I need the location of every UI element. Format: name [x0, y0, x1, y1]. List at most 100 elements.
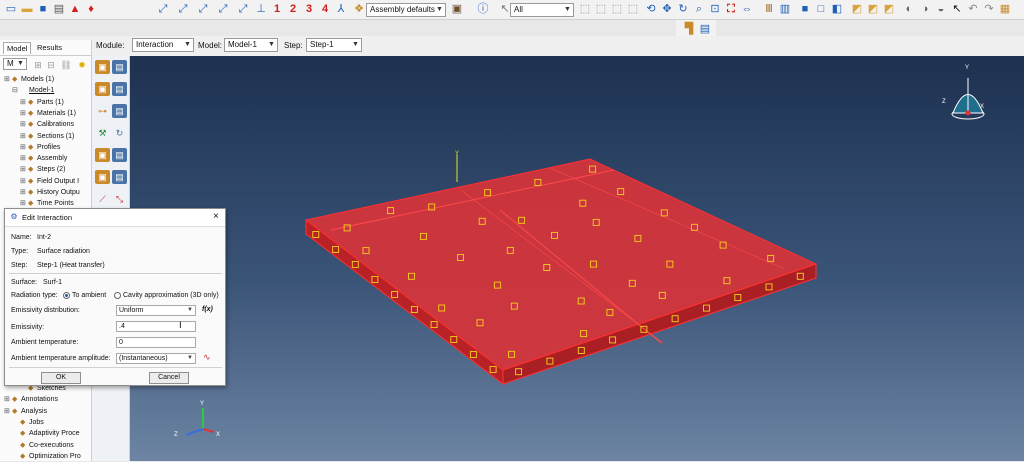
fx-button[interactable]: f(x)	[202, 305, 213, 315]
expand-toggle-icon[interactable]: ⊞	[20, 119, 28, 130]
cancel-button[interactable]: Cancel	[149, 372, 189, 384]
tree-item[interactable]: ⊞ ◆ Models (1)	[0, 74, 92, 85]
copy-icon[interactable]: ▜	[682, 22, 696, 36]
viewport[interactable]: Y Y Z X Y X Z	[130, 56, 1024, 461]
model-canvas[interactable]: Y Y Z X Y X Z	[130, 56, 1024, 461]
ok-button[interactable]: OK	[41, 372, 81, 384]
connector-manager-icon[interactable]: ↻	[112, 126, 127, 140]
tool-icon[interactable]: ▦	[998, 2, 1012, 16]
selection-option-icon[interactable]: ⬚	[626, 2, 640, 16]
tree-item[interactable]: ⊞ ◆ Steps (2)	[0, 164, 92, 175]
wireframe-cube-icon[interactable]: □	[814, 2, 828, 16]
view-3-button[interactable]: 3	[302, 2, 316, 16]
tree-item[interactable]: ◆ Co-executions	[0, 440, 92, 451]
module-select[interactable]: Interaction ▼	[132, 38, 194, 52]
cursor-icon[interactable]: ↖	[950, 2, 964, 16]
tree-item[interactable]: ⊞ ◆ History Outpu	[0, 187, 92, 198]
save-icon[interactable]: ■	[36, 2, 50, 16]
tree-item[interactable]: ⊞ ◆ Annotations	[0, 394, 92, 405]
amplitude-manager-icon[interactable]: ▤	[112, 170, 127, 184]
view-back-icon[interactable]: ⤢	[196, 2, 210, 16]
tree-item[interactable]: ⊞ ◆ Materials (1)	[0, 108, 92, 119]
manager-icon[interactable]: ▤	[698, 22, 712, 36]
box-zoom-icon[interactable]: ⊡	[708, 2, 722, 16]
create-amplitude-icon[interactable]: ∿	[203, 352, 211, 362]
tree-filter-select[interactable]: M ▼	[3, 58, 27, 70]
expand-toggle-icon[interactable]: ⊞	[20, 176, 28, 187]
info-icon[interactable]: ⓘ	[476, 2, 490, 16]
pan-icon[interactable]: ✥	[660, 2, 674, 16]
wire-icon[interactable]: ⟋	[95, 192, 110, 206]
collapse-icon[interactable]: ⊟	[44, 58, 58, 72]
query-icon[interactable]: Ⅲ	[762, 2, 776, 16]
expand-toggle-icon[interactable]: ⊞	[20, 164, 28, 175]
display-group-icon[interactable]: ▣	[450, 2, 464, 16]
tree-item[interactable]: ⊞ ◆ Field Output I	[0, 176, 92, 187]
expand-toggle-icon[interactable]: ⊟	[12, 85, 20, 96]
tree-item[interactable]: ⊞ ◆ Parts (1)	[0, 97, 92, 108]
replace-icon[interactable]: ▥	[778, 2, 792, 16]
expand-toggle-icon[interactable]: ⊞	[20, 97, 28, 108]
expand-toggle-icon[interactable]: ⊞	[20, 142, 28, 153]
expand-toggle-icon[interactable]: ⊞	[4, 394, 12, 405]
expand-toggle-icon[interactable]: ⊞	[20, 108, 28, 119]
render-style-select[interactable]: Assembly defaults ▼	[366, 3, 446, 17]
expand-toggle-icon[interactable]: ⊞	[20, 153, 28, 164]
rotate-icon[interactable]: ↻	[676, 2, 690, 16]
emissivity-input[interactable]: .4 Ⅰ	[116, 321, 196, 332]
pin-icon[interactable]: ♦	[84, 2, 98, 16]
print-icon[interactable]: ▤	[52, 2, 66, 16]
view-side-icon[interactable]: ⤢	[236, 2, 250, 16]
radio-cavity-label[interactable]: Cavity approximation (3D only)	[123, 291, 219, 301]
set-icon[interactable]: ◑	[918, 2, 932, 16]
iso-view-icon[interactable]: ⊥	[254, 2, 268, 16]
property-manager-icon[interactable]: ▤	[112, 82, 127, 96]
hidden-cube-icon[interactable]: ◧	[830, 2, 844, 16]
tree-item[interactable]: ⊞ ◆ Assembly	[0, 153, 92, 164]
tree-item[interactable]: ◆ Jobs	[0, 417, 92, 428]
tab-model[interactable]: Model	[3, 42, 32, 54]
view-front-icon[interactable]: ⤢	[176, 2, 190, 16]
open-folder-icon[interactable]: ▬	[20, 2, 34, 16]
create-property-icon[interactable]: ▣	[95, 82, 110, 96]
radio-to-ambient[interactable]	[63, 292, 70, 299]
close-icon[interactable]: ×	[213, 212, 219, 222]
set-icon[interactable]: ◐	[902, 2, 916, 16]
amplitude-select[interactable]: (Instantaneous) ▼	[116, 353, 196, 364]
interaction-manager-icon[interactable]: ▤	[112, 60, 127, 74]
cycle-view-icon[interactable]: ⇔	[740, 2, 754, 16]
part-cube-icon[interactable]: ◩	[866, 2, 880, 16]
expand-toggle-icon[interactable]: ⊞	[20, 187, 28, 198]
radio-cavity[interactable]	[114, 292, 121, 299]
fit-view-icon[interactable]: ⛶	[724, 2, 738, 16]
part-cube-icon[interactable]: ◩	[850, 2, 864, 16]
view-top-icon[interactable]: ⤢	[216, 2, 230, 16]
constraint-icon[interactable]: ⊶	[95, 104, 110, 118]
part-cube-icon[interactable]: ◩	[882, 2, 896, 16]
connector-icon[interactable]: ⚒	[95, 126, 110, 140]
undo-view-icon[interactable]: ⟲	[644, 2, 658, 16]
highlight-icon[interactable]: ✹	[75, 58, 89, 72]
expand-toggle-icon[interactable]: ⊞	[20, 131, 28, 142]
constraint-manager-icon[interactable]: ▤	[112, 104, 127, 118]
zoom-icon[interactable]: ⌕	[692, 2, 706, 16]
step-select[interactable]: Step-1 ▼	[306, 38, 362, 52]
set-icon[interactable]: ◒	[934, 2, 948, 16]
radio-to-ambient-label[interactable]: To ambient	[72, 291, 106, 301]
view-1-button[interactable]: 1	[270, 2, 284, 16]
view-2-button[interactable]: 2	[286, 2, 300, 16]
selection-option-icon[interactable]: ⬚	[610, 2, 624, 16]
tree-item[interactable]: ◆ Adaptivity Proce	[0, 428, 92, 439]
tree-item[interactable]: ⊞ ◆ Profiles	[0, 142, 92, 153]
model-select[interactable]: Model-1 ▼	[224, 38, 278, 52]
view-4-button[interactable]: 4	[318, 2, 332, 16]
tool-icon[interactable]: ▲	[68, 2, 82, 16]
tree-item[interactable]: ⊞ ◆ Calibrations	[0, 119, 92, 130]
wire-edit-icon[interactable]: ⤡	[112, 192, 127, 206]
redo-icon[interactable]: ↷	[982, 2, 996, 16]
section-icon[interactable]: ▣	[95, 148, 110, 162]
expand-toggle-icon[interactable]: ⊞	[4, 74, 12, 85]
tree-item[interactable]: ◆ Optimization Pro	[0, 451, 92, 462]
link-icon[interactable]: ⛓	[59, 58, 73, 72]
undo-icon[interactable]: ↶	[966, 2, 980, 16]
